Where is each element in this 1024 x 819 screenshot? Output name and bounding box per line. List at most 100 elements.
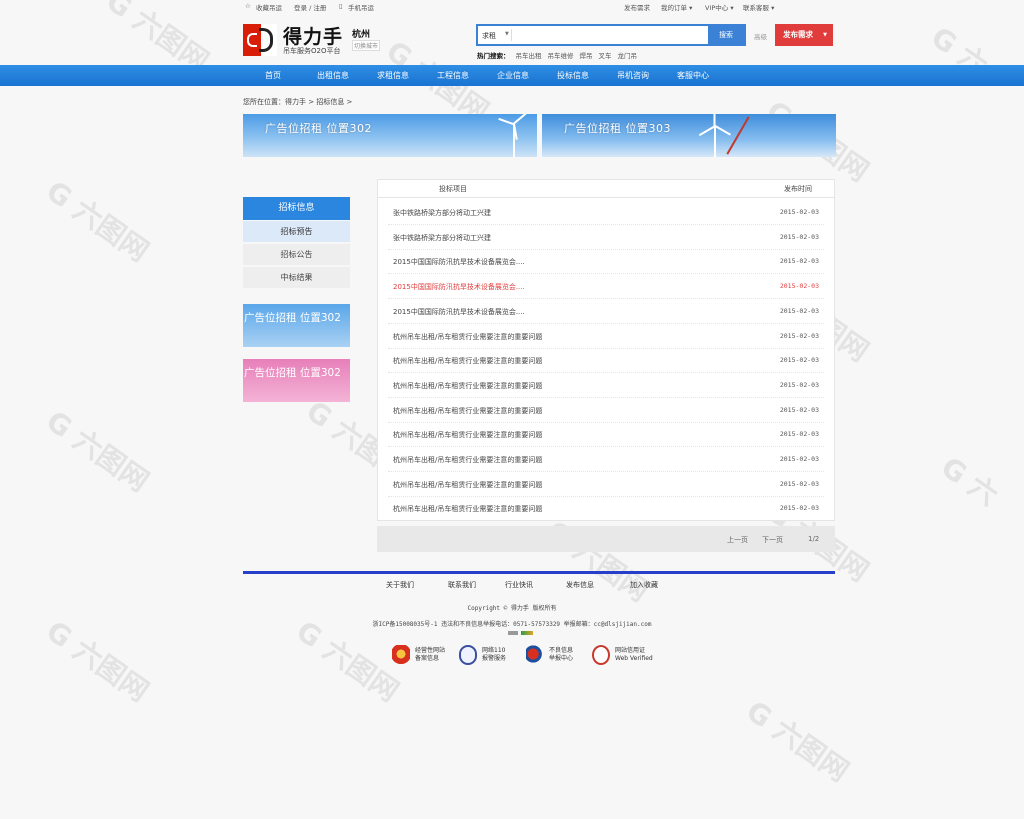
table-row[interactable]: 张中铁路桥梁方部分将动工兴建 2015-02-03 bbox=[388, 225, 824, 250]
table-row[interactable]: 2015中国国际防汛抗旱技术设备展览会.... 2015-02-03 bbox=[388, 299, 824, 324]
badge-line1: 网络110 bbox=[482, 647, 506, 654]
chevron-down-icon[interactable]: ▼ bbox=[505, 31, 509, 37]
ad-banner-303[interactable]: 广告位招租 位置303 bbox=[542, 114, 836, 157]
row-title[interactable]: 杭州吊车出租/吊车租赁行业需要注意的重要问题 bbox=[393, 504, 542, 514]
footer-link-favorite[interactable]: 加入收藏 bbox=[630, 580, 658, 590]
city-switch-button[interactable]: 切换城市 bbox=[352, 40, 381, 51]
nav-rent-out[interactable]: 出租信息 bbox=[303, 65, 363, 86]
badge-line2: 举报中心 bbox=[549, 655, 574, 662]
row-title[interactable]: 杭州吊车出租/吊车租赁行业需要注意的重要问题 bbox=[393, 430, 542, 440]
search-category-select[interactable]: 求租 bbox=[482, 31, 496, 41]
badge-business-site[interactable]: 经营性网站 备案信息 bbox=[392, 644, 452, 668]
table-row[interactable]: 杭州吊车出租/吊车租赁行业需要注意的重要问题 2015-02-03 bbox=[388, 422, 824, 448]
row-title[interactable]: 杭州吊车出租/吊车租赁行业需要注意的重要问题 bbox=[393, 356, 542, 366]
login-link[interactable]: 登录 / 注册 bbox=[294, 2, 326, 12]
publish-button-label[interactable]: 发布需求 bbox=[783, 30, 813, 39]
nav-companies[interactable]: 企业信息 bbox=[483, 65, 543, 86]
ad-banner-302[interactable]: 广告位招租 位置302 bbox=[243, 114, 537, 157]
table-row[interactable]: 杭州吊车出租/吊车租赁行业需要注意的重要问题 2015-02-03 bbox=[388, 472, 824, 497]
footer-link-publish[interactable]: 发布信息 bbox=[566, 580, 594, 590]
footer-link-contact[interactable]: 联系我们 bbox=[448, 580, 476, 590]
row-title[interactable]: 杭州吊车出租/吊车租赁行业需要注意的重要问题 bbox=[393, 455, 542, 465]
badge-web-verified[interactable]: 网站信用证 Web Verified bbox=[592, 644, 662, 668]
hot-search-item[interactable]: 吊车出租 bbox=[516, 52, 542, 60]
caret-down-icon: ▼ bbox=[823, 32, 827, 38]
nav-bidding[interactable]: 投标信息 bbox=[543, 65, 603, 86]
publish-demand-link[interactable]: 发布需求 bbox=[624, 2, 650, 12]
row-date: 2015-02-03 bbox=[779, 380, 819, 389]
row-title[interactable]: 张中铁路桥梁方部分将动工兴建 bbox=[393, 233, 491, 243]
hot-search-item[interactable]: 叉车 bbox=[599, 52, 612, 60]
footer-divider bbox=[243, 571, 835, 574]
vip-link[interactable]: VIP中心 ▾ bbox=[705, 2, 734, 12]
publish-demand-button[interactable]: 发布需求 ▼ bbox=[775, 24, 833, 46]
table-row[interactable]: 张中铁路桥梁方部分将动工兴建 2015-02-03 bbox=[388, 200, 824, 225]
table-row[interactable]: 杭州吊车出租/吊车租赁行业需要注意的重要问题 2015-02-03 bbox=[388, 398, 824, 423]
nav-home[interactable]: 首页 bbox=[243, 65, 303, 86]
logo-title[interactable]: 得力手 bbox=[283, 22, 343, 49]
hot-search-item[interactable]: 吊车维修 bbox=[548, 52, 574, 60]
banner-label: 广告位招租 位置303 bbox=[564, 122, 671, 135]
row-title[interactable]: 杭州吊车出租/吊车租赁行业需要注意的重要问题 bbox=[393, 381, 542, 391]
badge-report-center[interactable]: 不良信息 举报中心 bbox=[526, 644, 586, 668]
table-row[interactable]: 杭州吊车出租/吊车租赁行业需要注意的重要问题 2015-02-03 bbox=[388, 373, 824, 398]
search-input[interactable] bbox=[514, 28, 704, 42]
sidebar-item-results[interactable]: 中标结果 bbox=[243, 267, 350, 288]
nav-crane-consult[interactable]: 吊机咨询 bbox=[603, 65, 663, 86]
table-row[interactable]: 2015中国国际防汛抗旱技术设备展览会.... 2015-02-03 bbox=[388, 249, 824, 275]
row-date: 2015-02-03 bbox=[779, 282, 819, 291]
shield-icon bbox=[459, 645, 477, 665]
search-button[interactable]: 搜索 bbox=[708, 26, 744, 44]
banner-label: 广告位招租 位置302 bbox=[265, 122, 372, 135]
copyright: Copyright © 得力手 版权所有 bbox=[467, 605, 557, 612]
nav-service[interactable]: 客服中心 bbox=[663, 65, 723, 86]
row-title[interactable]: 张中铁路桥梁方部分将动工兴建 bbox=[393, 208, 491, 218]
row-date: 2015-02-03 bbox=[779, 306, 819, 315]
nav-projects[interactable]: 工程信息 bbox=[423, 65, 483, 86]
breadcrumb: 您所在位置：得力手 > 招标信息 > bbox=[243, 98, 353, 106]
advanced-search-link[interactable]: 高级 bbox=[754, 31, 767, 41]
row-title[interactable]: 杭州吊车出租/吊车租赁行业需要注意的重要问题 bbox=[393, 480, 542, 490]
row-title[interactable]: 杭州吊车出租/吊车租赁行业需要注意的重要问题 bbox=[393, 406, 542, 416]
row-date: 2015-02-03 bbox=[779, 405, 819, 414]
report-center-icon bbox=[526, 645, 544, 665]
favorite-link[interactable]: 收藏吊运 bbox=[256, 2, 282, 12]
row-date: 2015-02-03 bbox=[779, 232, 819, 241]
current-city: 杭州 bbox=[352, 30, 371, 40]
list-header: 投标项目 发布时间 bbox=[378, 180, 834, 198]
row-title[interactable]: 2015中国国际防汛抗旱技术设备展览会.... bbox=[393, 257, 525, 267]
badge-net110[interactable]: 网络110 报警服务 bbox=[459, 644, 519, 668]
row-date: 2015-02-03 bbox=[779, 257, 819, 266]
sidebar-ad-2[interactable]: 广告位招租 位置302 bbox=[243, 359, 350, 402]
badge-line2: 报警服务 bbox=[482, 655, 507, 662]
star-icon[interactable]: ☆ bbox=[245, 2, 251, 10]
table-row[interactable]: 2015中国国际防汛抗旱技术设备展览会.... 2015-02-03 bbox=[388, 274, 824, 300]
hot-search-item[interactable]: 焊吊 bbox=[580, 52, 593, 60]
next-page-link[interactable]: 下一页 bbox=[762, 535, 783, 545]
table-row[interactable]: 杭州吊车出租/吊车租赁行业需要注意的重要问题 2015-02-03 bbox=[388, 496, 824, 522]
row-title[interactable]: 2015中国国际防汛抗旱技术设备展览会.... bbox=[393, 307, 525, 317]
row-title[interactable]: 2015中国国际防汛抗旱技术设备展览会.... bbox=[393, 282, 525, 292]
sidebar-item-preview[interactable]: 招标预告 bbox=[243, 221, 350, 242]
logo-mark[interactable] bbox=[243, 24, 277, 56]
table-row[interactable]: 杭州吊车出租/吊车租赁行业需要注意的重要问题 2015-02-03 bbox=[388, 447, 824, 472]
sidebar-ad-1[interactable]: 广告位招租 位置302 bbox=[243, 304, 350, 347]
row-date: 2015-02-03 bbox=[779, 331, 819, 340]
contact-link[interactable]: 联系客服 ▾ bbox=[743, 2, 774, 12]
nav-rent-wanted[interactable]: 求租信息 bbox=[363, 65, 423, 86]
footer-link-about[interactable]: 关于我们 bbox=[386, 580, 414, 590]
badge-line2: Web Verified bbox=[615, 655, 653, 662]
table-row[interactable]: 杭州吊车出租/吊车租赁行业需要注意的重要问题 2015-02-03 bbox=[388, 348, 824, 374]
mobile-link[interactable]: 手机吊运 bbox=[348, 2, 374, 12]
hot-search-item[interactable]: 龙门吊 bbox=[618, 52, 638, 60]
row-title[interactable]: 杭州吊车出租/吊车租赁行业需要注意的重要问题 bbox=[393, 332, 542, 342]
footer-link-news[interactable]: 行业快讯 bbox=[505, 580, 533, 590]
my-orders-link[interactable]: 我的订单 ▾ bbox=[661, 2, 692, 12]
table-row[interactable]: 杭州吊车出租/吊车租赁行业需要注意的重要问题 2015-02-03 bbox=[388, 324, 824, 349]
badge-line1: 网站信用证 bbox=[615, 647, 646, 654]
police-badge-icon bbox=[392, 645, 410, 665]
prev-page-link[interactable]: 上一页 bbox=[727, 535, 748, 545]
row-date: 2015-02-03 bbox=[779, 455, 819, 463]
sidebar-item-announcement[interactable]: 招标公告 bbox=[243, 244, 350, 265]
search-box: 求租 ▼ 搜索 bbox=[476, 24, 746, 46]
